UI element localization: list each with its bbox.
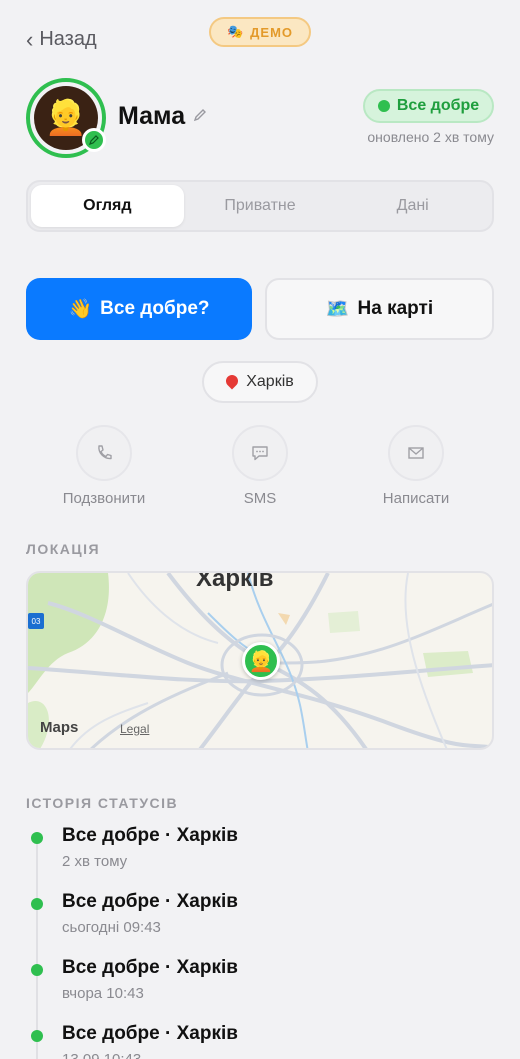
timeline-line — [36, 838, 38, 1059]
route-badge: 03 — [28, 613, 44, 629]
map-location-marker[interactable]: 👱 — [242, 642, 280, 680]
avatar[interactable]: 👱 — [26, 78, 106, 158]
pencil-icon — [89, 135, 99, 145]
history-section-title: ІСТОРІЯ СТАТУСІВ — [26, 795, 179, 811]
location-section-title: ЛОКАЦІЯ — [26, 541, 101, 557]
pencil-icon — [194, 109, 207, 122]
ask-ok-label: Все добре? — [100, 298, 210, 319]
history-item-time: вчора 10:43 — [62, 985, 144, 1002]
chat-bubble-icon[interactable] — [232, 425, 288, 481]
status-dot-icon — [31, 832, 43, 844]
sms-label: SMS — [243, 490, 277, 507]
maps-attribution: Maps — [40, 719, 79, 736]
history-item-title: Все добре · Харків — [62, 825, 238, 846]
history-item-title: Все добре · Харків — [62, 891, 238, 912]
waving-hand-icon: 👋 — [68, 299, 93, 320]
edit-name-button[interactable] — [193, 108, 207, 125]
contact-name: Мама — [118, 102, 207, 131]
city-chip[interactable]: Харків — [202, 361, 318, 403]
demo-badge: 🎭 ДЕМО — [209, 17, 311, 47]
show-on-map-button[interactable]: 🗺️ На карті — [265, 278, 494, 340]
status-dot-icon — [31, 1030, 43, 1042]
map-city-label: Харків — [196, 571, 274, 592]
history-item-time: сьогодні 09:43 — [62, 919, 161, 936]
show-on-map-label: На карті — [357, 298, 434, 319]
ask-ok-button[interactable]: 👋 Все добре? — [26, 278, 252, 340]
tab-data[interactable]: Дані — [336, 185, 489, 227]
status-badge: Все добре — [363, 89, 494, 123]
map-icon: 🗺️ — [325, 299, 350, 320]
history-item-time: 2 хв тому — [62, 853, 128, 870]
sms-action[interactable]: SMS — [190, 425, 330, 507]
tab-private[interactable]: Приватне — [184, 185, 337, 227]
updated-timestamp: оновлено 2 хв тому — [367, 129, 494, 145]
status-dot-icon — [377, 100, 390, 112]
back-label: Назад — [39, 28, 97, 50]
history-item-time: 13.09 10:43 — [62, 1051, 141, 1059]
demo-label: ДЕМО — [250, 24, 294, 40]
map-legal-link[interactable]: Legal — [120, 722, 149, 736]
edit-avatar-button[interactable] — [82, 128, 106, 152]
status-label: Все добре — [396, 97, 480, 114]
write-label: Написати — [382, 490, 450, 507]
city-chip-label: Харків — [246, 373, 294, 390]
envelope-icon[interactable] — [388, 425, 444, 481]
phone-icon[interactable] — [76, 425, 132, 481]
call-action[interactable]: Подзвонити — [34, 425, 174, 507]
history-item-title: Все добре · Харків — [62, 957, 238, 978]
location-map[interactable]: 03 Харків 👱 Maps Legal — [26, 571, 494, 750]
status-dot-icon — [31, 964, 43, 976]
theater-masks-icon: 🎭 — [226, 24, 245, 39]
call-label: Подзвонити — [62, 490, 146, 507]
contact-name-text: Мама — [118, 102, 186, 130]
write-action[interactable]: Написати — [346, 425, 486, 507]
location-pin-icon — [223, 372, 241, 389]
tab-overview[interactable]: Огляд — [31, 185, 184, 227]
back-button[interactable]: ‹ Назад — [26, 28, 97, 51]
chevron-left-icon: ‹ — [26, 26, 34, 52]
history-item-title: Все добре · Харків — [62, 1023, 238, 1044]
status-dot-icon — [31, 898, 43, 910]
tab-bar: Огляд Приватне Дані — [26, 180, 494, 232]
